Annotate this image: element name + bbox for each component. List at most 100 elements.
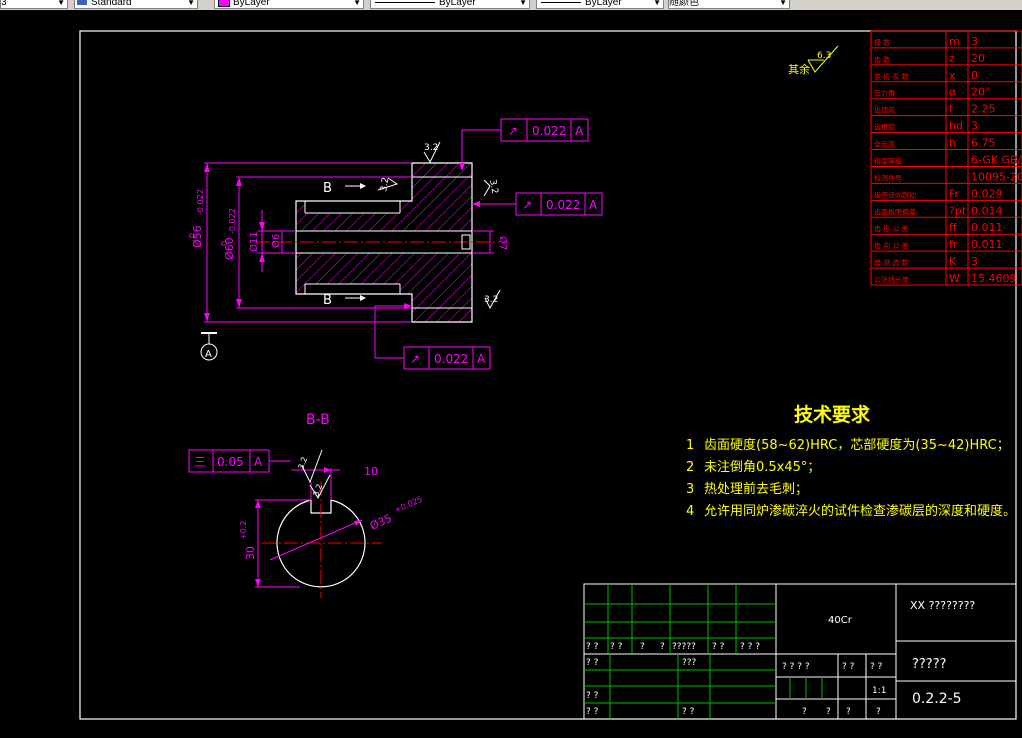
lineweight-combo[interactable]: ByLayer ▼ [536,0,664,9]
title-material: 40Cr [828,615,853,626]
runout-icon: ↗ [410,352,420,366]
roughness-label-1: 3.2 [424,143,438,153]
params-label: 齿距极限偏差 [874,207,916,216]
style-icon [77,0,87,5]
params-value: 2.25 [971,103,996,116]
runout-icon: ↗ [522,198,532,212]
roughness-note-label: 其余 [788,62,810,76]
section-marker-b-bottom: B [323,293,332,308]
tb-cell: ? ? [586,691,599,701]
dim-d-6: Ø6 [270,234,282,248]
params-value: 20 [971,52,985,65]
tb-cell: ? ? [870,662,883,672]
text-style-combo[interactable]: Standard ▼ [74,0,198,9]
params-symbol: W [949,272,960,285]
chevron-down-icon: ▼ [519,0,527,7]
tech-requirements-title: 技术要求 [794,403,871,426]
plotstyle-combo[interactable]: 随颜色 ▼ [668,0,790,9]
dim-d-35: Ø35 [368,512,394,533]
dim-od-60-tol0: 0 [220,241,229,246]
params-label: 精度等级 [874,156,902,165]
params-value: 0.011 [971,238,1003,251]
dim-od-56-tol0: 0 [188,233,197,238]
fcf-symmetry: 三 0.05 A [188,449,270,473]
tb-cell: ? [640,642,645,652]
chevron-down-icon: ▼ [57,0,65,7]
color-swatch-icon [218,0,230,8]
params-value: 15.4609 [971,272,1017,285]
roughness-label-5: 3.2 [296,456,309,471]
dim-d-7: Ø7 [497,236,509,250]
params-label: 齿 数 [874,55,890,64]
tb-cell: ? [826,707,831,717]
dim-od-60-tol: -0.022 [228,208,237,234]
params-value: 0.014 [971,204,1003,217]
fcf-symmetry-value: 0.05 [217,455,244,469]
tech-req-text-1: 齿面硬度(58~62)HRC，芯部硬度为(35~42)HRC； [704,437,1010,453]
chevron-down-icon: ▼ [187,0,195,7]
params-symbol: x [949,69,956,82]
text-height-value: 3 [1,0,7,8]
tb-cell: ? [876,707,881,717]
linetype-combo[interactable]: ByLayer ▼ [370,0,530,9]
chevron-down-icon: ▼ [653,0,661,7]
fcf-top: ↗ 0.022 A [500,118,589,142]
tb-cell: ? ? [712,642,725,652]
params-label: 齿圈径向跳动 [874,190,916,199]
tb-cell: ? [660,642,665,652]
params-label: 检测件号 [874,173,902,182]
drawing-canvas[interactable]: Ø56 -0.022 0 Ø60 -0.022 0 Ø11 Ø6 Ø7 B B … [0,10,1022,738]
params-value: 3 [971,120,978,133]
fcf-bottom-datum: A [477,352,486,366]
section-marker-b-top: B [323,181,332,196]
tech-req-num-1: 1 [686,438,694,453]
runout-icon: ↗ [508,124,518,138]
fcf-bottom-value: 0.022 [434,352,468,366]
params-value: 20° [971,86,991,99]
tb-cell: ? ? [586,658,599,668]
params-label: 齿根高 [874,123,895,132]
text-height-combo[interactable]: 3 ▼ [0,0,68,9]
tech-req-num-3: 3 [686,482,694,497]
params-symbol: α [949,86,956,99]
linetype-value: ByLayer [439,0,476,8]
tech-req-text-2: 未注倒角0.5x45°； [704,460,820,475]
params-symbol: K [949,255,957,268]
properties-toolbar: 3 ▼ Standard ▼ ByLayer ▼ ByLayer ▼ ByLay… [0,0,1022,10]
params-symbol: Fr [949,187,960,200]
params-symbol: h [949,137,956,150]
title-scale: 1:1 [872,686,886,696]
params-label: 压力角 [874,89,895,98]
roughness-label-6: 3.2 [311,483,324,498]
tech-req-text-3: 热处理前去毛刺； [704,481,808,497]
title-part-name: ????? [912,657,947,672]
params-symbol: ff [949,221,957,234]
plotstyle-value: 随颜色 [669,0,699,8]
fcf-right: ↗ 0.022 A [515,192,603,216]
dim-od-60: Ø60 [223,237,236,260]
roughness-label-3: 3.2 [487,179,499,195]
color-combo[interactable]: ByLayer ▼ [214,0,364,9]
tb-cell: ? [802,707,807,717]
linetype-preview-icon [375,1,435,3]
symmetry-icon: 三 [194,455,206,469]
params-value: 6.75 [971,137,996,150]
params-label: 跨 测 齿 数 [874,258,909,267]
fcf-right-value: 0.022 [546,198,580,212]
fcf-bottom: ↗ 0.022 A [403,346,491,370]
params-label: 齿 向 公 差 [874,241,909,250]
params-label: 模 数 [874,38,890,47]
tb-cell: ? ? ? [740,642,760,652]
params-value: 6-GK GB/T [971,153,1022,166]
params-value: 0.029 [971,187,1003,200]
text-style-value: Standard [91,0,132,8]
params-symbol: z [949,52,955,65]
dim-d-35-tol: +0.025 [393,495,424,515]
params-label: 齿顶高 [874,106,895,115]
lineweight-value: ByLayer [585,0,622,8]
tb-cell: ? ? ? ? [782,662,810,672]
params-label: 全齿高 [874,140,895,149]
roughness-label-4: 3.2 [484,295,498,305]
tb-cell: ? ? [842,662,855,672]
params-value: 3 [971,35,978,48]
